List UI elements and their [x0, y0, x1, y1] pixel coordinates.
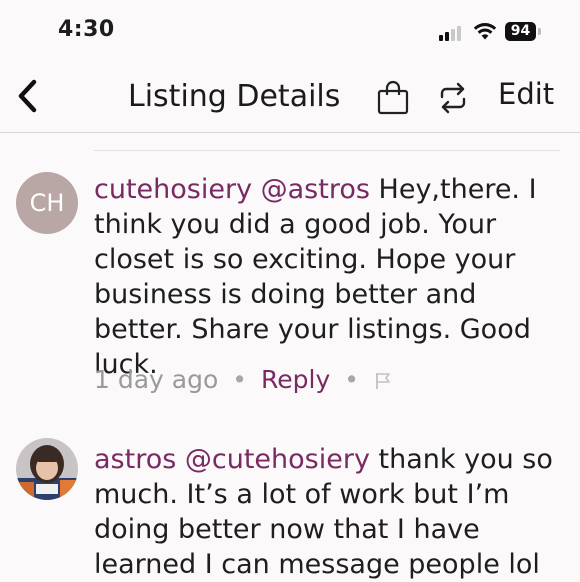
status-bar: 4:30 94 — [0, 0, 580, 64]
comment-body: cutehosiery @astros Hey,there. I think y… — [94, 172, 564, 382]
comment-timestamp: 1 day ago — [94, 365, 219, 394]
cellular-signal-icon — [439, 25, 465, 41]
shopping-bag-icon[interactable] — [376, 80, 410, 116]
reply-button[interactable]: Reply — [261, 365, 330, 394]
edit-button[interactable]: Edit — [498, 77, 554, 111]
profile-photo-icon — [16, 438, 78, 500]
avatar[interactable] — [16, 438, 78, 500]
avatar[interactable]: CH — [16, 172, 78, 234]
comment-meta: 1 day ago • Reply • — [94, 365, 391, 394]
comment-mention[interactable]: @cutehosiery — [185, 444, 370, 475]
divider — [94, 150, 560, 151]
separator-dot: • — [232, 365, 248, 394]
back-chevron-icon[interactable] — [12, 76, 46, 116]
comment-username[interactable]: astros — [94, 444, 176, 475]
battery-icon: 94 — [505, 22, 536, 41]
status-time: 4:30 — [58, 17, 115, 42]
page-title: Listing Details — [128, 79, 341, 114]
comment-username[interactable]: cutehosiery — [94, 174, 252, 205]
comment-body: astros @cutehosiery thank you so much. I… — [94, 442, 564, 582]
wifi-icon — [473, 23, 497, 40]
battery-tip — [538, 28, 541, 35]
comment-mention[interactable]: @astros — [261, 174, 370, 205]
flag-icon[interactable] — [375, 372, 391, 390]
separator-dot: • — [344, 365, 360, 394]
nav-bar: Listing Details Edit — [0, 64, 580, 133]
share-repost-icon[interactable] — [436, 80, 470, 116]
